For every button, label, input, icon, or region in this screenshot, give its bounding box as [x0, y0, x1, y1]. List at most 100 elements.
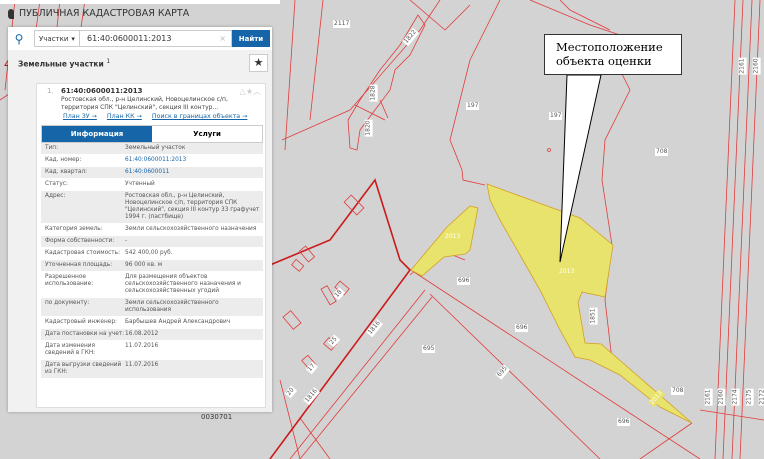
info-value: 96 000 кв. м — [125, 262, 263, 269]
object-type-select[interactable]: Участки▾ — [34, 30, 80, 47]
info-key: Адрес: — [45, 193, 125, 221]
info-row: Адрес:Ростовская обл., р-н Целинский, Но… — [41, 191, 263, 224]
info-row: Дата постановки на учет:16.08.2012 — [41, 329, 263, 341]
result-index: 1. — [47, 87, 54, 95]
favorite-star-button[interactable]: ★ — [249, 54, 268, 72]
plan-kk-link[interactable]: План КК → — [107, 113, 142, 120]
info-value: Земли сельскохозяйственного назначения — [125, 226, 263, 233]
info-row: Тип:Земельный участок — [41, 143, 263, 155]
search-panel: ⚲ Участки▾ 61:40:0600011:2013 × Найти Зем… — [8, 27, 272, 412]
map-label: 0030701 — [200, 413, 233, 421]
info-key: Кад. номер: — [45, 157, 125, 164]
info-key: Дата изменения сведений в ГКН: — [45, 343, 125, 357]
map-label: 2160 — [718, 388, 726, 405]
map-label: 2174 — [732, 388, 740, 405]
map-label: 708 — [655, 148, 668, 156]
map-label: 1820 — [365, 119, 373, 136]
info-row: Дата изменения сведений в ГКН:11.07.2016 — [41, 341, 263, 360]
results-title: Земельные участки — [18, 60, 104, 69]
map-label: 1828 — [370, 84, 378, 101]
map-label: 2160 — [753, 57, 761, 74]
callout-line: объекта оценки — [556, 54, 681, 68]
location-callout: Местоположение объекта оценки — [544, 34, 682, 75]
map-label: 2117 — [333, 20, 350, 28]
info-value: Ростовская обл., р-н Целинский, Новоцели… — [125, 193, 263, 221]
info-key: Кад. квартал: — [45, 169, 125, 176]
clear-icon[interactable]: × — [219, 34, 226, 43]
info-value: Учтенный — [125, 181, 263, 188]
info-table: Тип:Земельный участокКад. номер:61:40:06… — [41, 143, 263, 379]
search-in-bounds-link[interactable]: Поиск в границах объекта → — [152, 113, 248, 120]
star-icon[interactable]: ★ — [246, 87, 253, 96]
info-key: Дата выгрузки сведений из ГКН: — [45, 362, 125, 376]
info-row: Уточненная площадь:96 000 кв. м — [41, 260, 263, 272]
map-label: 2172 — [759, 388, 764, 405]
info-key: Уточненная площадь: — [45, 262, 125, 269]
info-row: Кадастровый инженер:Барбышев Андрей Алек… — [41, 317, 263, 329]
info-row: по документу:Земли сельскохозяйственного… — [41, 298, 263, 317]
info-row: Разрешенное использование:Для размещения… — [41, 272, 263, 298]
map-label: 696 — [617, 418, 630, 426]
map-label: 708 — [671, 387, 684, 395]
info-value: Барбышев Андрей Александрович — [125, 319, 263, 326]
map-label: 696 — [515, 324, 528, 332]
tab-information[interactable]: Информация — [42, 126, 152, 142]
card-tabs: Информация Услуги — [41, 125, 263, 143]
search-input[interactable]: 61:40:0600011:2013 × — [80, 30, 232, 47]
info-key: Дата постановки на учет: — [45, 331, 125, 338]
info-key: Кадастровый инженер: — [45, 319, 125, 326]
search-bar: ⚲ Участки▾ 61:40:0600011:2013 × Найти — [8, 27, 272, 50]
find-button[interactable]: Найти — [232, 30, 270, 47]
map-label: 197 — [549, 112, 562, 120]
parcel-number[interactable]: 61:40:0600011:2013 — [61, 87, 142, 95]
info-row: Кад. квартал:61:40:0600011 — [41, 167, 263, 179]
info-row: Кад. номер:61:40:0600011:2013 — [41, 155, 263, 167]
info-key: по документу: — [45, 300, 125, 314]
info-row: Кадастровая стоимость:542 400,00 руб. — [41, 248, 263, 260]
map-label: 696 — [457, 277, 470, 285]
info-row: Категория земель:Земли сельскохозяйствен… — [41, 224, 263, 236]
info-key: Статус: — [45, 181, 125, 188]
object-type-value: Участки — [39, 35, 68, 43]
info-key: Разрешенное использование: — [45, 274, 125, 295]
search-input-value: 61:40:0600011:2013 — [87, 34, 171, 43]
logo-icon — [8, 9, 14, 19]
info-value[interactable]: 61:40:0600011:2013 — [125, 157, 263, 164]
info-value[interactable]: 61:40:0600011 — [125, 169, 263, 176]
map-label: 197 — [466, 102, 479, 110]
search-icon[interactable]: ⚲ — [8, 32, 30, 46]
info-row: Статус:Учтенный — [41, 179, 263, 191]
tab-services[interactable]: Услуги — [152, 126, 262, 142]
info-value: 16.08.2012 — [125, 331, 263, 338]
chevron-up-icon[interactable]: ︿ — [253, 87, 261, 96]
info-value: Для размещения объектов сельскохозяйстве… — [125, 274, 263, 295]
map-label: 1851 — [590, 307, 598, 324]
app-title: ПУБЛИЧНАЯ КАДАСТРОВАЯ КАРТА — [8, 8, 189, 19]
info-value: 11.07.2016 — [125, 343, 263, 357]
callout-line: Местоположение — [556, 40, 681, 54]
chevron-down-icon: ▾ — [71, 35, 75, 43]
card-links: План ЗУ → План КК → Поиск в границах объ… — [63, 113, 247, 120]
info-key: Тип: — [45, 145, 125, 152]
parcel-address: Ростовская обл., р-н Целинский, Новоцели… — [61, 96, 261, 111]
info-value: - — [125, 238, 263, 245]
top-strip — [0, 0, 280, 4]
results-count: 1 — [106, 58, 110, 65]
results-header: Земельные участки 1 — [18, 58, 110, 69]
plan-zu-link[interactable]: План ЗУ → — [63, 113, 97, 120]
map-label: 2161 — [739, 57, 747, 74]
info-key: Форма собственности: — [45, 238, 125, 245]
map-label: 2161 — [705, 388, 713, 405]
parcel-card: 1. 61:40:0600011:2013 △★︿ Ростовская обл… — [36, 83, 266, 408]
info-key: Кадастровая стоимость: — [45, 250, 125, 257]
parcel-label: 2013 — [558, 268, 575, 276]
target-parcel-part — [411, 206, 478, 276]
info-value: 11.07.2016 — [125, 362, 263, 376]
parcel-label: 2013 — [444, 233, 461, 241]
map-label: 2175 — [746, 388, 754, 405]
info-value: Земельный участок — [125, 145, 263, 152]
app-title-text: ПУБЛИЧНАЯ КАДАСТРОВАЯ КАРТА — [19, 8, 189, 19]
info-row: Форма собственности:- — [41, 236, 263, 248]
info-row: Дата выгрузки сведений из ГКН:11.07.2016 — [41, 360, 263, 379]
map-label: 695 — [422, 345, 435, 353]
